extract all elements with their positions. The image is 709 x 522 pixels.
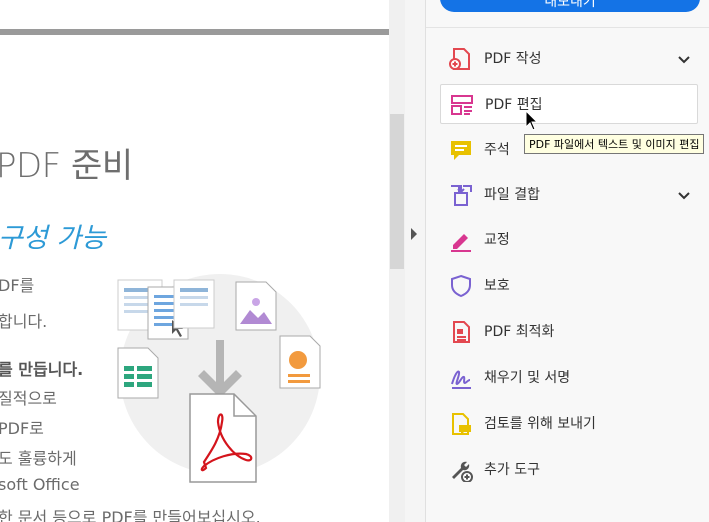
document-subheading: 구성 가능 bbox=[0, 223, 106, 254]
tool-protect[interactable]: 보호 bbox=[440, 266, 698, 306]
document-text-line: 질적으로 bbox=[0, 389, 57, 408]
document-text-line: 합니다. bbox=[0, 312, 48, 331]
document-heading: PDF 준비 bbox=[0, 146, 133, 186]
tool-optimize-pdf[interactable]: PDF 최적화 bbox=[440, 312, 698, 352]
spreadsheet-file-icon bbox=[117, 347, 159, 399]
protect-icon bbox=[451, 274, 471, 298]
tooltip: PDF 파일에서 텍스트 및 이미지 편집 bbox=[524, 134, 705, 154]
document-text-line: 한 문서 등으로 PDF를 만들어보십시오. bbox=[0, 508, 261, 522]
document-icon bbox=[173, 279, 215, 329]
export-button[interactable]: 내보내기 bbox=[440, 0, 700, 12]
document-top-rule bbox=[0, 29, 389, 35]
combine-files-icon bbox=[451, 185, 472, 206]
document-text-line: PDF로 bbox=[0, 419, 44, 438]
pane-divider[interactable] bbox=[405, 0, 426, 522]
tool-label: 보호 bbox=[484, 278, 510, 294]
mouse-cursor-icon bbox=[525, 110, 539, 131]
create-pdf-icon bbox=[449, 48, 470, 70]
tool-redact[interactable]: 교정 bbox=[440, 220, 698, 260]
chevron-down-icon[interactable] bbox=[676, 187, 692, 203]
tool-label: 교정 bbox=[484, 232, 510, 248]
tool-label: PDF 작성 bbox=[484, 51, 542, 67]
convert-to-pdf-illustration bbox=[117, 274, 321, 483]
tool-label: PDF 최적화 bbox=[484, 324, 555, 340]
tool-label: 주석 bbox=[484, 142, 510, 158]
tool-combine-files[interactable]: 파일 결합 bbox=[440, 175, 698, 215]
image-file-icon bbox=[235, 281, 277, 331]
fill-sign-icon bbox=[451, 370, 471, 389]
more-tools-icon bbox=[452, 461, 473, 482]
document-text-line: 도 훌륭하게 bbox=[0, 449, 77, 468]
optimize-pdf-icon bbox=[453, 321, 470, 343]
chevron-down-icon[interactable] bbox=[676, 51, 692, 67]
document-text-line: DF를 bbox=[0, 276, 35, 295]
tool-create-pdf[interactable]: PDF 작성 bbox=[440, 39, 698, 79]
tool-label: 검토를 위해 보내기 bbox=[484, 416, 596, 432]
document-text-line: soft Office bbox=[0, 475, 80, 494]
edit-pdf-icon bbox=[451, 95, 473, 115]
tool-send-for-review[interactable]: 검토를 위해 보내기 bbox=[440, 404, 698, 444]
expand-pane-icon[interactable] bbox=[411, 228, 417, 240]
tool-fill-sign[interactable]: 채우기 및 서명 bbox=[440, 358, 698, 398]
tool-more-tools[interactable]: 추가 도구 bbox=[440, 450, 698, 490]
scrollbar-thumb[interactable] bbox=[390, 114, 404, 269]
pane-separator bbox=[426, 27, 709, 28]
redact-icon bbox=[451, 234, 471, 252]
tool-edit-pdf[interactable]: PDF 편집 bbox=[440, 84, 698, 124]
tool-label: 채우기 및 서명 bbox=[484, 370, 571, 386]
pdf-file-icon bbox=[189, 393, 257, 483]
document-view: PDF 준비 구성 가능 DF를 합니다. 를 만듭니다. 질적으로 PDF로 … bbox=[0, 0, 389, 522]
tool-label: 추가 도구 bbox=[484, 462, 540, 478]
comment-icon bbox=[451, 141, 471, 160]
document-text-line: 를 만듭니다. bbox=[0, 360, 84, 379]
tool-label: 파일 결합 bbox=[484, 187, 540, 203]
send-for-review-icon bbox=[452, 413, 471, 435]
presentation-file-icon bbox=[279, 335, 321, 389]
